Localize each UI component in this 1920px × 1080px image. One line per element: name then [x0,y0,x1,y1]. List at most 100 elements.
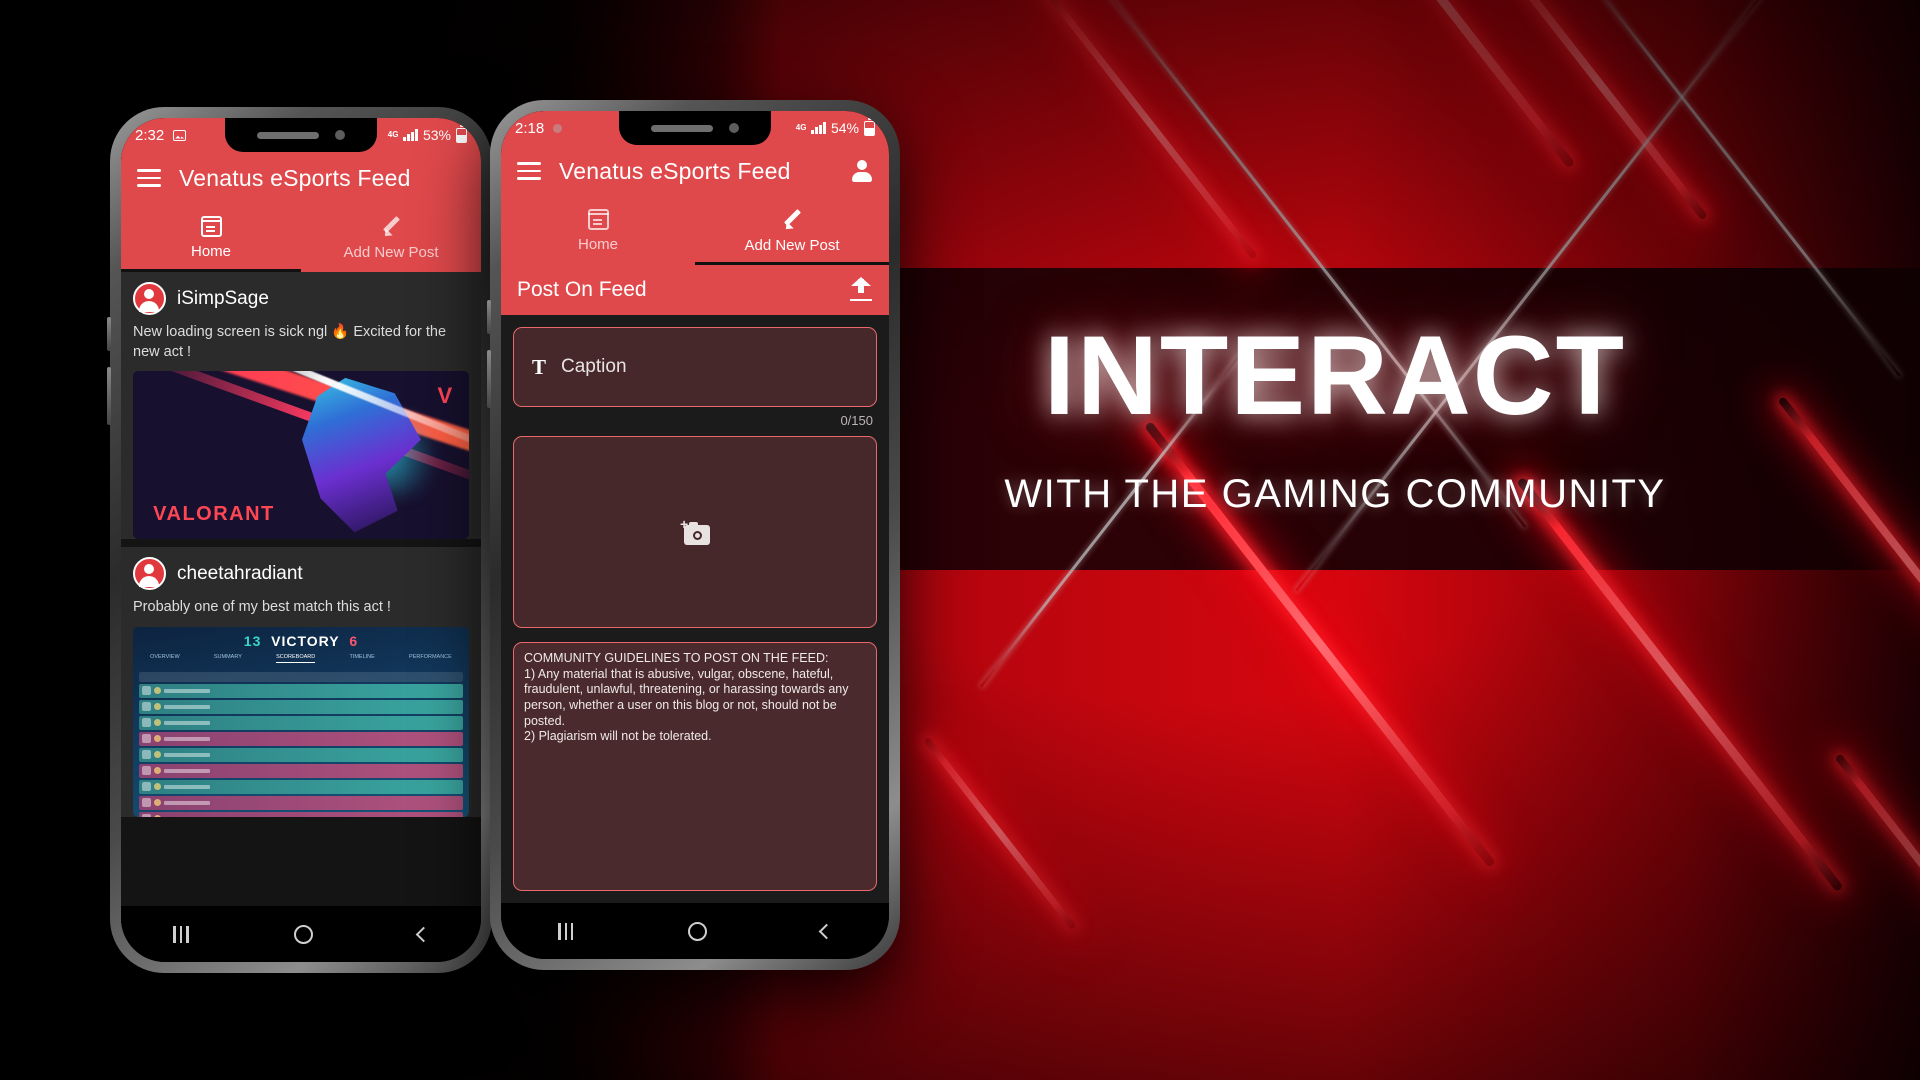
post-card[interactable]: cheetahradiant Probably one of my best m… [121,547,481,817]
avatar [133,557,166,591]
phone-notch [619,111,771,145]
phone-right-volume-up[interactable] [487,300,491,334]
person-icon[interactable] [851,160,873,182]
photo-icon [173,129,187,141]
scoreboard-row [139,795,463,810]
recents-icon[interactable] [173,925,189,943]
network-icon: 4G [795,123,807,132]
app-bar: Venatus eSports Feed [121,152,481,204]
compose-form: T Caption 0/150 + COMMUNITY GUIDELINES T… [501,315,889,903]
signal-icon [403,129,418,141]
app-title: Venatus eSports Feed [559,157,791,184]
post-username[interactable]: cheetahradiant [177,563,303,585]
home-circle-icon[interactable] [687,921,707,941]
community-guidelines: COMMUNITY GUIDELINES TO POST ON THE FEED… [513,642,877,891]
scoreboard-tab: OVERVIEW [150,653,180,660]
post-card[interactable]: iSimpSage New loading screen is sick ngl… [121,272,481,540]
scoreboard-tabs: OVERVIEW SUMMARY SCOREBOARD TIMELINE PER… [133,654,469,663]
status-bar: 2:32 4G 53% [121,118,481,152]
headline-block: INTERACT WITH THE GAMING COMMUNITY [955,313,1715,515]
hamburger-icon[interactable] [137,169,161,187]
status-bar: 2:18 4G 54% [501,111,889,145]
scoreboard-tab: PERFORMANCE [409,653,452,660]
record-dot-icon [553,123,563,133]
scoreboard-row [139,699,463,714]
post-text: New loading screen is sick ngl 🔥 Excited… [133,324,447,360]
scoreboard-row [139,779,463,794]
text-format-icon: T [532,354,547,379]
back-chevron-icon[interactable] [818,923,835,939]
phone-left-volume-down[interactable] [107,367,111,425]
post-header: cheetahradiant [133,557,469,591]
tab-bar: Home Add New Post [501,197,889,265]
valorant-mark: V [437,382,453,408]
post-text: Probably one of my best match this act ! [133,599,391,616]
status-time: 2:18 [515,119,545,137]
scoreboard-row [139,731,463,746]
phone-left-device: 2:32 4G 53% Venatus eSports Feed Home Ad… [107,107,492,973]
phone-left-volume-up[interactable] [107,317,111,351]
post-username[interactable]: iSimpSage [177,288,269,310]
score-right: 6 [349,632,359,649]
phone-right-volume-down[interactable] [487,350,491,408]
caption-input[interactable]: T Caption [513,327,877,407]
post-header: iSimpSage [133,282,469,315]
page-title: INTERACT [1043,313,1627,438]
signal-icon [811,122,826,134]
tab-home[interactable]: Home [501,197,695,265]
scoreboard-row [139,747,463,762]
front-camera [335,130,345,140]
app-title: Venatus eSports Feed [179,164,411,191]
upload-icon[interactable] [849,277,873,302]
tab-home[interactable]: Home [121,204,301,272]
tab-add-new-post[interactable]: Add New Post [301,204,481,272]
phone-notch [225,118,377,152]
tab-bar: Home Add New Post [121,204,481,272]
pencil-icon [781,209,803,231]
scoreboard-tab-active: SCOREBOARD [276,654,316,663]
scoreboard-tab: TIMELINE [349,653,375,660]
calendar-icon [200,216,222,237]
scoreboard-row [139,763,463,778]
add-photo-icon: + [680,517,710,545]
feed-list[interactable]: iSimpSage New loading screen is sick ngl… [121,272,481,906]
tab-home-label: Home [577,236,618,253]
app-bar: Venatus eSports Feed [501,145,889,197]
match-result-line: 13 VICTORY 6 [133,633,469,649]
android-nav-bar [501,903,889,959]
tab-add-new-post-label: Add New Post [343,243,439,261]
phone-right-device: 2:18 4G 54% Venatus eSports Feed Home Ad… [487,100,900,970]
earpiece-speaker [651,124,713,132]
earpiece-speaker [257,131,319,139]
scoreboard-row [139,811,463,817]
tab-add-new-post-label: Add New Post [744,236,840,254]
battery-percent: 54% [830,120,859,136]
post-image-scoreboard[interactable]: 13 VICTORY 6 OVERVIEW SUMMARY SCOREBOARD… [133,626,469,817]
post-on-feed-title: Post On Feed [517,278,647,301]
battery-icon [456,124,467,143]
tab-add-new-post[interactable]: Add New Post [695,197,889,265]
pencil-icon [380,216,402,238]
post-image-valorant[interactable]: V VALORANT [133,371,469,540]
valorant-logo: VALORANT [153,502,275,525]
character-counter: 0/150 [840,413,873,428]
scoreboard-tab: SUMMARY [213,653,242,660]
back-chevron-icon[interactable] [415,926,431,942]
phone-left-screen: 2:32 4G 53% Venatus eSports Feed Home Ad… [121,118,481,962]
battery-icon [864,117,875,136]
recents-icon[interactable] [558,922,574,940]
caption-placeholder: Caption [561,356,627,377]
network-icon: 4G [387,130,399,139]
android-nav-bar [121,906,481,962]
front-camera [729,123,739,133]
avatar [133,282,166,315]
home-circle-icon[interactable] [293,924,313,944]
image-picker[interactable]: + [513,436,877,628]
phone-right-screen: 2:18 4G 54% Venatus eSports Feed Home Ad… [501,111,889,959]
hamburger-icon[interactable] [517,162,541,180]
post-on-feed-bar: Post On Feed [501,265,889,315]
match-result: VICTORY [271,632,340,649]
battery-percent: 53% [422,127,451,143]
scoreboard-row [139,683,463,698]
scoreboard-header-row [139,671,463,682]
